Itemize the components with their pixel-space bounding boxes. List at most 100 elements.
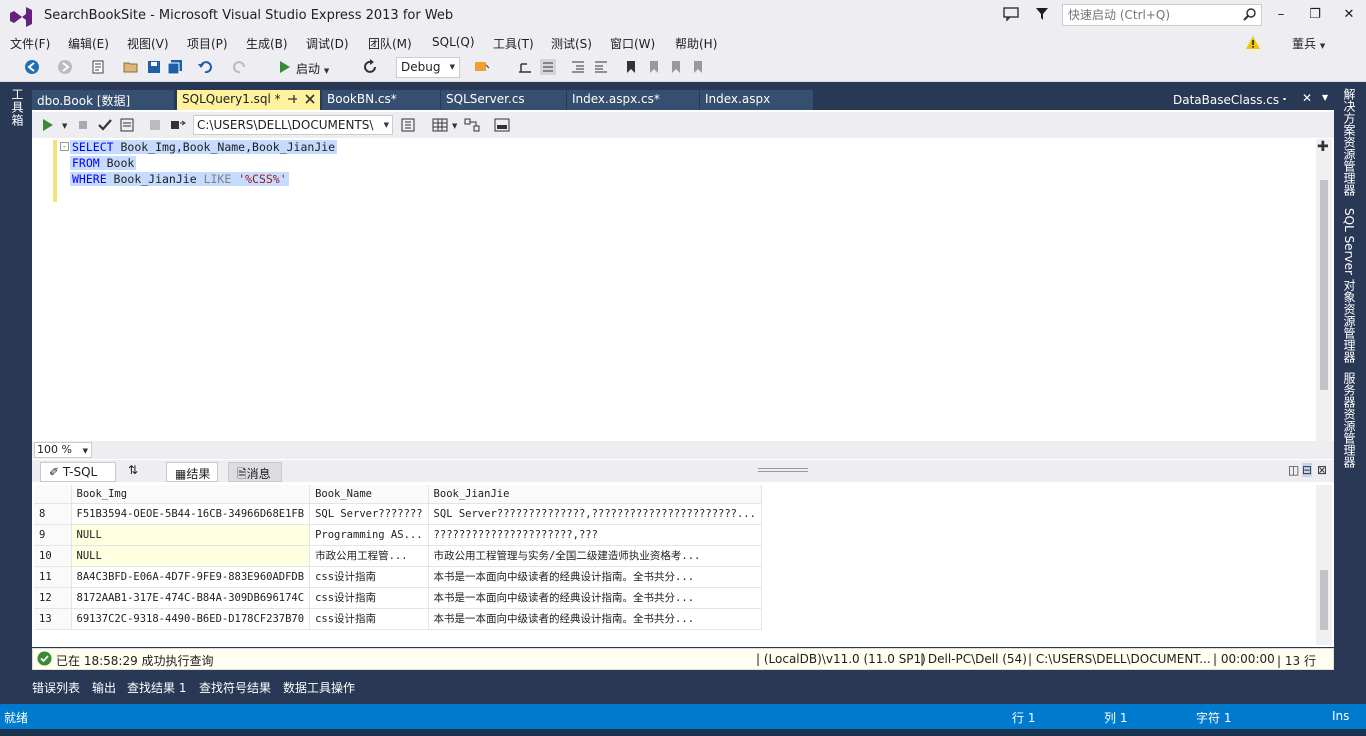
- tab-messages[interactable]: 🗎消息: [228, 462, 282, 482]
- solution-config-select[interactable]: Debug ▼: [396, 57, 460, 78]
- cell-book-name[interactable]: 市政公用工程管...: [309, 545, 429, 567]
- menu-sql[interactable]: SQL(Q): [432, 35, 475, 49]
- database-connection-select[interactable]: C:\USERS\DELL\DOCUMENTS\ ▼: [193, 115, 393, 135]
- tab-error-list[interactable]: 错误列表: [32, 679, 80, 696]
- layout-vertical-icon[interactable]: ◫: [1288, 463, 1299, 477]
- column-header[interactable]: Book_JianJie: [428, 485, 762, 504]
- tab-find-symbol-results[interactable]: 查找符号结果: [199, 679, 271, 696]
- script-icon[interactable]: [119, 117, 135, 133]
- chevron-down-icon[interactable]: ▼: [1322, 93, 1328, 102]
- connect-icon[interactable]: [148, 117, 164, 133]
- tab-output[interactable]: 输出: [92, 679, 116, 696]
- column-header[interactable]: Book_Name: [309, 485, 429, 504]
- split-icon[interactable]: ✚: [1317, 139, 1329, 155]
- save-all-icon[interactable]: [167, 59, 183, 75]
- cell-book-jianjie[interactable]: 市政公用工程管理与实务/全国二级建造师执业资格考...: [428, 545, 762, 567]
- sql-server-object-explorer-tab[interactable]: SQL Server 对象资源管理器: [1341, 208, 1358, 363]
- menu-view[interactable]: 视图(V): [127, 35, 169, 52]
- tab-bookbn[interactable]: BookBN.cs*: [322, 90, 440, 110]
- code-line-3[interactable]: WHERE Book_JianJie LIKE '%CSS%': [70, 172, 289, 186]
- server-explorer-tab[interactable]: 服务器资源管理器: [1341, 372, 1358, 468]
- outdent-icon[interactable]: [570, 59, 586, 75]
- parse-check-icon[interactable]: [97, 117, 113, 133]
- cell-book-name[interactable]: Programming AS...: [309, 524, 429, 546]
- tab-dbo-book[interactable]: dbo.Book [数据]: [32, 90, 174, 110]
- new-project-icon[interactable]: [90, 59, 106, 75]
- menu-window[interactable]: 窗口(W): [610, 35, 655, 52]
- stop-icon[interactable]: [77, 119, 89, 131]
- cell-book-jianjie[interactable]: SQL Server??????????????,???????????????…: [428, 503, 762, 525]
- cell-book-img[interactable]: 69137C2C-9318-4490-B6ED-D178CF237B70: [71, 608, 311, 630]
- pin-icon[interactable]: ⬝: [1283, 92, 1286, 106]
- feedback-filter-icon[interactable]: [1034, 6, 1050, 22]
- cell-book-name[interactable]: css设计指南: [309, 608, 429, 630]
- tab-find-results-1[interactable]: 查找结果 1: [127, 679, 186, 696]
- menu-test[interactable]: 测试(S): [551, 35, 592, 52]
- table-row[interactable]: 11 8A4C3BFD-E06A-4D7F-9FE9-883E960ADFDB …: [34, 566, 762, 588]
- comment-toggle-icon[interactable]: [540, 59, 556, 75]
- prev-bookmark-icon[interactable]: [646, 59, 662, 75]
- tab-sqlquery1[interactable]: SQLQuery1.sql *: [177, 90, 320, 110]
- solution-explorer-tab[interactable]: 解决方案资源管理器: [1341, 88, 1358, 196]
- toolbox-tab[interactable]: 工具箱: [9, 88, 26, 127]
- save-icon[interactable]: [146, 59, 162, 75]
- estimated-plan-icon[interactable]: [400, 117, 416, 133]
- cell-book-name[interactable]: SQL Server???????: [309, 503, 429, 525]
- schema-compare-icon[interactable]: [464, 117, 480, 133]
- cell-book-name[interactable]: css设计指南: [309, 587, 429, 609]
- undo-icon[interactable]: [197, 59, 213, 75]
- tab-sqlserver[interactable]: SQLServer.cs: [441, 90, 566, 110]
- forward-icon[interactable]: [57, 59, 73, 75]
- cell-book-jianjie[interactable]: ??????????????????????,???: [428, 524, 762, 546]
- table-row[interactable]: 12 8172AAB1-317E-474C-B84A-309DB696174C …: [34, 587, 762, 609]
- sort-icon[interactable]: ⇅: [128, 463, 138, 477]
- tab-index-aspx-cs[interactable]: Index.aspx.cs*: [567, 90, 699, 110]
- editor-scrollbar-thumb[interactable]: [1320, 180, 1328, 390]
- execute-icon[interactable]: [41, 118, 55, 132]
- start-button[interactable]: 启动 ▼: [296, 60, 329, 77]
- code-line-1[interactable]: SELECT Book_Img,Book_Name,Book_JianJie: [70, 140, 338, 154]
- quick-launch-input[interactable]: [1062, 4, 1262, 26]
- tab-databaseclass[interactable]: DataBaseClass.cs: [1173, 93, 1279, 107]
- refresh-icon[interactable]: [362, 59, 378, 75]
- tab-results[interactable]: ▦结果: [166, 462, 218, 482]
- back-icon[interactable]: [24, 59, 40, 75]
- menu-project[interactable]: 项目(P): [187, 35, 228, 52]
- layout-horizontal-icon[interactable]: ⊟: [1302, 463, 1313, 477]
- cell-book-img[interactable]: NULL: [71, 524, 311, 546]
- warning-icon[interactable]: [1246, 36, 1260, 49]
- cell-book-jianjie[interactable]: 本书是一本面向中级读者的经典设计指南。全书共分...: [428, 566, 762, 588]
- chevron-down-icon[interactable]: ▼: [452, 122, 457, 130]
- results-grid[interactable]: Book_Img Book_Name Book_JianJie 8 F51B35…: [34, 485, 762, 630]
- code-line-2[interactable]: FROM Book: [70, 156, 137, 170]
- table-row[interactable]: 9 NULL Programming AS... ???????????????…: [34, 524, 762, 546]
- restore-icon[interactable]: ❐: [1304, 4, 1326, 26]
- close-icon[interactable]: ✕: [1302, 91, 1312, 105]
- cell-book-img[interactable]: 8172AAB1-317E-474C-B84A-309DB696174C: [71, 587, 311, 609]
- next-bookmark-icon[interactable]: [668, 59, 684, 75]
- results-to-grid-icon[interactable]: [432, 117, 448, 133]
- start-debugging-icon[interactable]: [277, 59, 293, 75]
- redo-icon[interactable]: [232, 59, 248, 75]
- collapse-icon[interactable]: -: [60, 142, 69, 151]
- bookmark-icon[interactable]: [623, 59, 639, 75]
- close-icon[interactable]: [303, 92, 317, 106]
- tab-tsql[interactable]: ✐ T-SQL: [40, 462, 116, 482]
- table-row[interactable]: 13 69137C2C-9318-4490-B6ED-D178CF237B70 …: [34, 608, 762, 630]
- change-connection-icon[interactable]: [170, 117, 186, 133]
- menu-debug[interactable]: 调试(D): [306, 35, 349, 52]
- pin-icon[interactable]: [286, 92, 298, 106]
- menu-build[interactable]: 生成(B): [246, 35, 288, 52]
- close-window-icon[interactable]: ✕: [1338, 4, 1360, 26]
- clear-bookmarks-icon[interactable]: [690, 59, 706, 75]
- menu-tools[interactable]: 工具(T): [493, 35, 534, 52]
- cell-book-img[interactable]: NULL: [71, 545, 311, 567]
- grid-scrollbar-thumb[interactable]: [1320, 570, 1328, 630]
- splitter-grip[interactable]: [758, 468, 808, 472]
- table-row[interactable]: 10 NULL 市政公用工程管... 市政公用工程管理与实务/全国二级建造师执业…: [34, 545, 762, 567]
- search-icon[interactable]: [1243, 7, 1257, 21]
- zoom-select[interactable]: 100 % ▼: [34, 442, 92, 458]
- toggle-results-pane-icon[interactable]: [494, 117, 510, 133]
- user-account[interactable]: 董兵 ▼: [1292, 35, 1325, 52]
- cell-book-name[interactable]: css设计指南: [309, 566, 429, 588]
